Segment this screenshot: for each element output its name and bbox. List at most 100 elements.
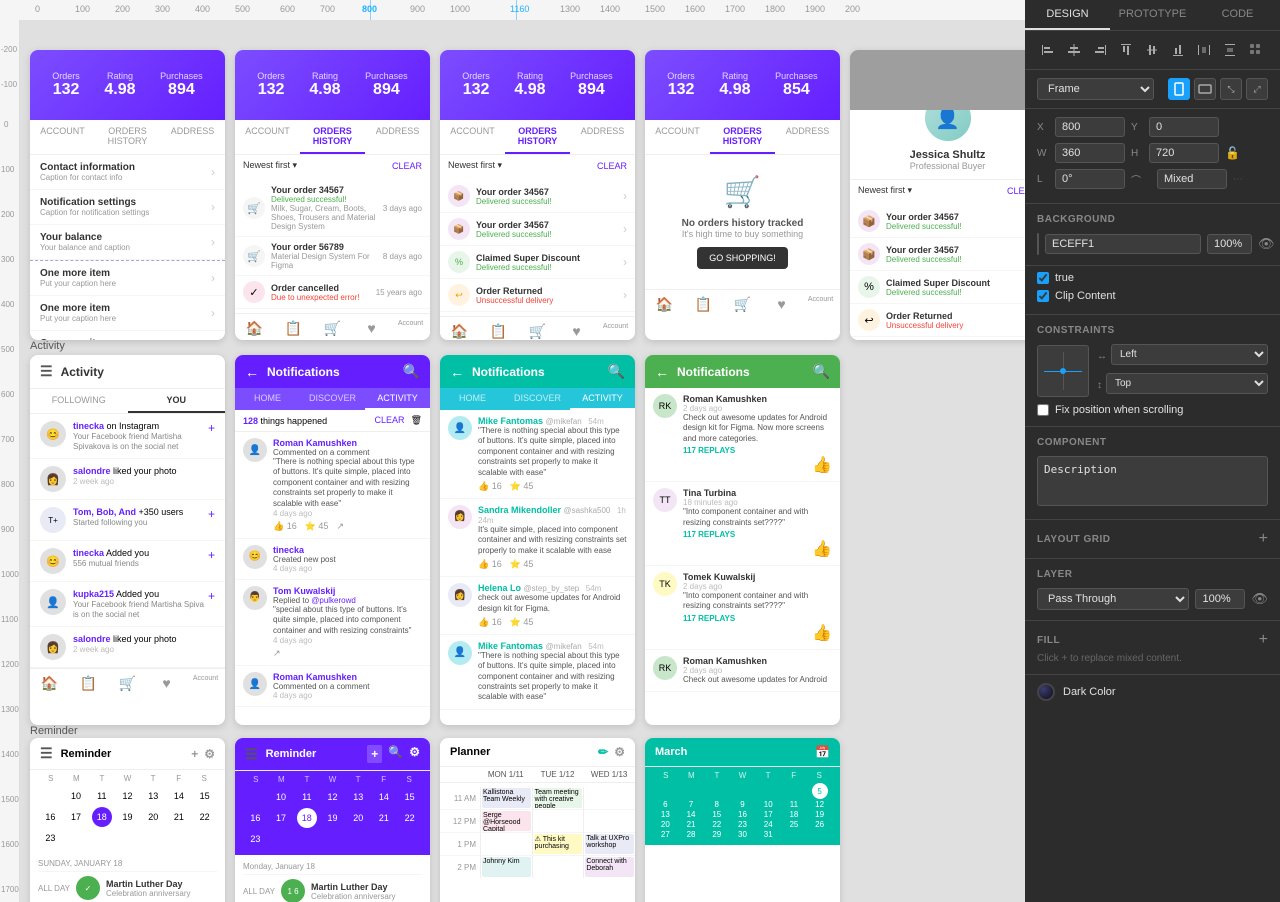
orders-list-header-3: Newest first ▾ CLEAR — [440, 155, 635, 176]
distribute-h-button[interactable] — [1193, 39, 1215, 61]
tab-design[interactable]: DESIGN — [1025, 0, 1110, 30]
order-item: 🛒 Your order 56789 Material Design Syste… — [235, 237, 430, 276]
distribute-v-button[interactable] — [1219, 39, 1241, 61]
align-left-button[interactable] — [1037, 39, 1059, 61]
order-claimed: % Claimed Super Discount Delivered succe… — [440, 246, 635, 279]
bg-color-input[interactable] — [1045, 234, 1201, 254]
tab-code[interactable]: CODE — [1195, 0, 1280, 30]
add-fill-button[interactable]: + — [1259, 631, 1268, 649]
edit-icon[interactable]: ✏ — [598, 745, 608, 759]
settings-item-notifications[interactable]: Notification settings Caption for notifi… — [30, 190, 225, 225]
show-exports-checkbox[interactable] — [1037, 272, 1049, 284]
clip-content-checkbox[interactable] — [1037, 290, 1049, 302]
activity-item: 👤 kupka215 Added you Your Facebook frien… — [30, 582, 225, 627]
w-input[interactable] — [1055, 143, 1125, 163]
blend-mode-select[interactable]: Pass Through Normal Multiply Screen Over… — [1037, 588, 1189, 610]
corner-individual-button[interactable]: ⋯ — [1233, 174, 1243, 185]
add-icon[interactable]: 📅 — [815, 745, 830, 759]
notif-header-teal: ← Notifications 🔍 — [440, 355, 635, 388]
x-input[interactable] — [1055, 117, 1125, 137]
profile-orders-list: 📦 Your order 34567 Delivered successful!… — [850, 201, 1025, 340]
frame-landscape-button[interactable] — [1194, 78, 1216, 100]
align-center-h-button[interactable] — [1063, 39, 1085, 61]
search-icon-3[interactable]: 🔍 — [813, 363, 830, 380]
horizontal-constraint-select[interactable]: Left Right Left & Right Center Scale — [1111, 344, 1268, 365]
fix-position-row: Fix position when scrolling — [1037, 404, 1268, 416]
vertical-constraint-icon: ↕ — [1097, 380, 1102, 391]
frame-portrait-button[interactable] — [1168, 78, 1190, 100]
bg-row: 👁 — [1037, 233, 1268, 255]
notif-header-green: ← Notifications 🔍 — [645, 355, 840, 388]
back-arrow-icon-3[interactable]: ← — [655, 364, 669, 380]
settings-item-item1[interactable]: One more item Put your caption here › — [30, 260, 225, 296]
add-icon[interactable]: + — [367, 745, 382, 763]
back-arrow-icon-2[interactable]: ← — [450, 364, 464, 380]
profile-nav-3: ACCOUNT ORDERS HISTORY ADDRESS — [440, 120, 635, 155]
bg-visibility-button[interactable]: 👁 — [1258, 236, 1275, 252]
layer-visibility-button[interactable]: 👁 — [1251, 591, 1268, 607]
activity-row-label: Activity — [30, 340, 65, 352]
fill-section: FILL + Click + to replace mixed content. — [1025, 621, 1280, 675]
align-right-button[interactable] — [1089, 39, 1111, 61]
align-top-button[interactable] — [1115, 39, 1137, 61]
settings-item-item3[interactable]: One more item Put your caption here › — [30, 331, 225, 340]
profile-bg-image — [850, 50, 1025, 110]
fix-position-checkbox[interactable] — [1037, 404, 1049, 416]
settings-item-contact[interactable]: Contact information Caption for contact … — [30, 155, 225, 190]
back-arrow-icon[interactable]: ← — [245, 364, 259, 380]
frame-expand-button[interactable]: ⤢ — [1246, 78, 1268, 100]
canvas-area[interactable]: 0 100 200 300 400 500 600 700 800 900 10… — [0, 0, 1025, 902]
ruler-left: -200 -100 0 100 200 300 400 500 600 700 … — [0, 20, 20, 902]
constraints-visual: ↔ Left Right Left & Right Center Scale ↕… — [1037, 344, 1268, 398]
tidy-up-button[interactable] — [1245, 39, 1267, 61]
add-layout-grid-button[interactable]: + — [1259, 530, 1268, 548]
lock-ratio-button[interactable]: 🔓 — [1225, 146, 1240, 160]
order-item-cancelled: ✓ Order cancelled Due to unexpected erro… — [235, 276, 430, 309]
frame-profile-card: 👤 Jessica Shultz Professional Buyer Newe… — [850, 50, 1025, 340]
frame-resize-button[interactable]: ⤡ — [1220, 78, 1242, 100]
order-claimed: % Claimed Super Discount Delivered succe… — [850, 271, 1025, 304]
profile-banner-4: Orders 132 Rating 4.98 Purchases 854 — [645, 50, 840, 120]
notif-item: 😊 tinecka Created new post 4 days ago — [235, 539, 430, 580]
clip-content-row: Clip Content — [1037, 290, 1268, 302]
search-icon[interactable]: 🔍 — [403, 363, 420, 380]
settings-item-item2[interactable]: One more item Put your caption here › — [30, 296, 225, 331]
bottom-nav-6: 🏠 📋 🛒 ♥ Account — [30, 668, 225, 696]
rotation-input[interactable] — [1055, 169, 1125, 189]
dark-color-swatch[interactable] — [1037, 683, 1055, 701]
go-shopping-button[interactable]: GO SHOPPING! — [697, 247, 788, 269]
y-input[interactable] — [1149, 117, 1219, 137]
settings-icon[interactable]: ⚙ — [614, 745, 625, 759]
cal-header-1: ☰ Reminder + ⚙ — [30, 738, 225, 770]
component-description[interactable]: Description — [1037, 456, 1268, 506]
align-middle-button[interactable] — [1141, 39, 1163, 61]
notif-item: 👤 Mike Fantomas @mikefan 54m "There is n… — [440, 410, 635, 499]
corner-radius-input[interactable] — [1157, 169, 1227, 189]
tab-prototype[interactable]: PROTOTYPE — [1110, 0, 1195, 30]
bg-color-swatch[interactable] — [1037, 233, 1039, 255]
order-returned: ↩ Order Returned Unsuccessful delivery › — [440, 279, 635, 312]
order-item: 📦 Your order 34567 Delivered successful!… — [850, 205, 1025, 238]
cal-event-list-1: SUNDAY, JANUARY 18 ALL DAY ✓ Martin Luth… — [30, 852, 225, 902]
export-clip-section: true Clip Content — [1025, 266, 1280, 315]
layer-opacity-input[interactable] — [1195, 589, 1245, 609]
constraints-box — [1037, 345, 1089, 397]
frame-type-select[interactable]: Frame — [1037, 78, 1154, 100]
right-panel: DESIGN PROTOTYPE CODE — [1025, 0, 1280, 902]
align-bottom-button[interactable] — [1167, 39, 1189, 61]
cal-event: ALL DAY ✓ Martin Luther Day Celebration … — [38, 872, 217, 902]
hamburger-icon[interactable]: ☰ — [40, 363, 53, 380]
settings-icon[interactable]: ⚙ — [204, 747, 215, 761]
h-input[interactable] — [1149, 143, 1219, 163]
search-icon-2[interactable]: 🔍 — [608, 363, 625, 380]
vertical-constraint-select[interactable]: Top Bottom Top & Bottom Center Scale — [1106, 373, 1268, 394]
add-icon[interactable]: + — [191, 747, 198, 761]
layer-row: Pass Through Normal Multiply Screen Over… — [1037, 588, 1268, 610]
show-exports-label: true — [1055, 272, 1074, 284]
bg-opacity-input[interactable] — [1207, 234, 1252, 254]
settings-item-balance[interactable]: Your balance Your balance and caption › — [30, 225, 225, 260]
search-icon[interactable]: 🔍 — [388, 745, 403, 763]
component-section: COMPONENT Description — [1025, 427, 1280, 520]
clip-content-label: Clip Content — [1055, 290, 1116, 302]
settings-icon[interactable]: ⚙ — [409, 745, 420, 763]
